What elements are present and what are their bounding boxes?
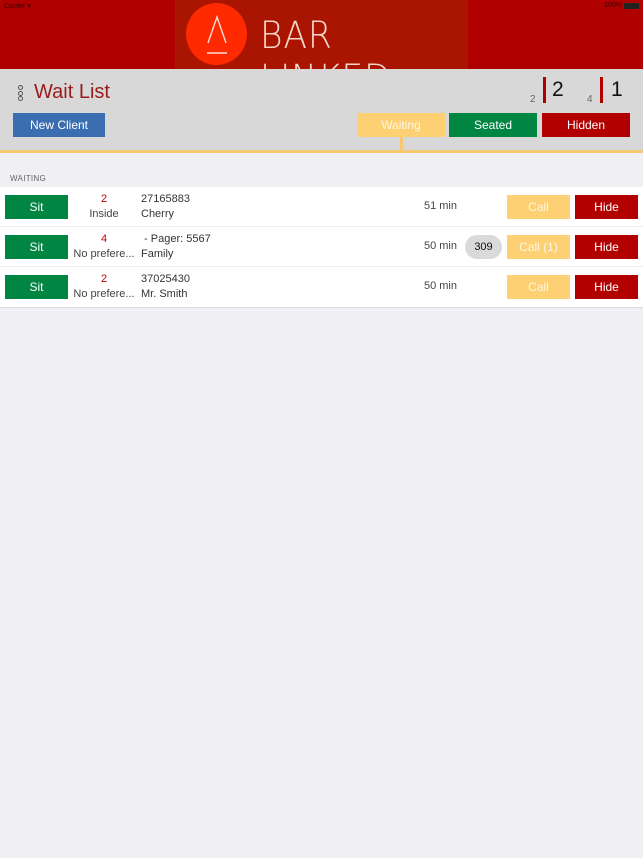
guest-name: Mr. Smith: [141, 288, 188, 300]
pager-badge: 309: [465, 235, 502, 259]
guest-info: - Pager: 5567 Family: [141, 232, 211, 262]
wait-list: Sit 2 Inside 27165883 Cherry 51 min Call…: [0, 187, 643, 308]
guest-name: Family: [141, 248, 174, 260]
counter-divider: [600, 77, 603, 103]
guest-phone: 37025430: [141, 273, 190, 285]
table-row: Sit 2 Inside 27165883 Cherry 51 min Call…: [0, 187, 643, 227]
table-row: Sit 2 No prefere... 37025430 Mr. Smith 5…: [0, 267, 643, 307]
party-size: 2: [100, 273, 108, 285]
tab-hidden[interactable]: Hidden: [542, 113, 630, 137]
call-button[interactable]: Call: [507, 195, 570, 219]
seating-preference: Inside: [89, 208, 119, 220]
call-button[interactable]: Call: [507, 275, 570, 299]
call-button[interactable]: Call (1): [507, 235, 570, 259]
new-client-button[interactable]: New Client: [13, 113, 105, 137]
seating-preference: No prefere...: [73, 288, 135, 300]
wait-time: 50 min: [423, 280, 457, 292]
seating-preference: No prefere...: [73, 248, 135, 260]
wait-time: 50 min: [423, 240, 457, 252]
logo-mark-icon: [186, 3, 247, 65]
tab-waiting[interactable]: Waiting: [357, 113, 445, 137]
counter-small-value: 2: [530, 94, 536, 105]
guest-info: 37025430 Mr. Smith: [141, 272, 190, 302]
battery-icon: [624, 2, 639, 9]
table-row: Sit 4 No prefere... - Pager: 5567 Family…: [0, 227, 643, 267]
guest-pager: - Pager: 5567: [141, 233, 211, 245]
sit-button[interactable]: Sit: [5, 235, 68, 259]
hide-button[interactable]: Hide: [575, 195, 638, 219]
counter-divider: [543, 77, 546, 103]
counter-big-value: 1: [611, 78, 623, 101]
party-size: 4: [100, 233, 108, 245]
party-info: 2 Inside: [70, 192, 138, 222]
sit-button[interactable]: Sit: [5, 275, 68, 299]
party-info: 4 No prefere...: [70, 232, 138, 262]
battery-label: 100%: [604, 2, 622, 9]
party-size: 2: [100, 193, 108, 205]
active-tab-indicator: [400, 137, 403, 151]
guest-phone: 27165883: [141, 193, 190, 205]
toolbar: Wait List New Client 2 2 4 1 Waiting Sea…: [0, 69, 643, 153]
counter-small-value: 4: [587, 94, 593, 105]
party-info: 2 No prefere...: [70, 272, 138, 302]
guest-info: 27165883 Cherry: [141, 192, 190, 222]
hide-button[interactable]: Hide: [575, 275, 638, 299]
guest-name: Cherry: [141, 208, 175, 220]
section-header-waiting: WAITING: [10, 174, 47, 183]
more-options-icon[interactable]: [17, 85, 25, 101]
hide-button[interactable]: Hide: [575, 235, 638, 259]
app-header: Carrier ▾ 11:22 PM 100% BAR LINKED: [0, 0, 643, 100]
status-battery: 100%: [604, 2, 639, 9]
counter-big-value: 2: [552, 78, 564, 101]
brand-logo: BAR LINKED: [175, 0, 468, 100]
page-title: Wait List: [34, 81, 110, 103]
sit-button[interactable]: Sit: [5, 195, 68, 219]
tab-seated[interactable]: Seated: [449, 113, 537, 137]
wait-time: 51 min: [423, 200, 457, 212]
